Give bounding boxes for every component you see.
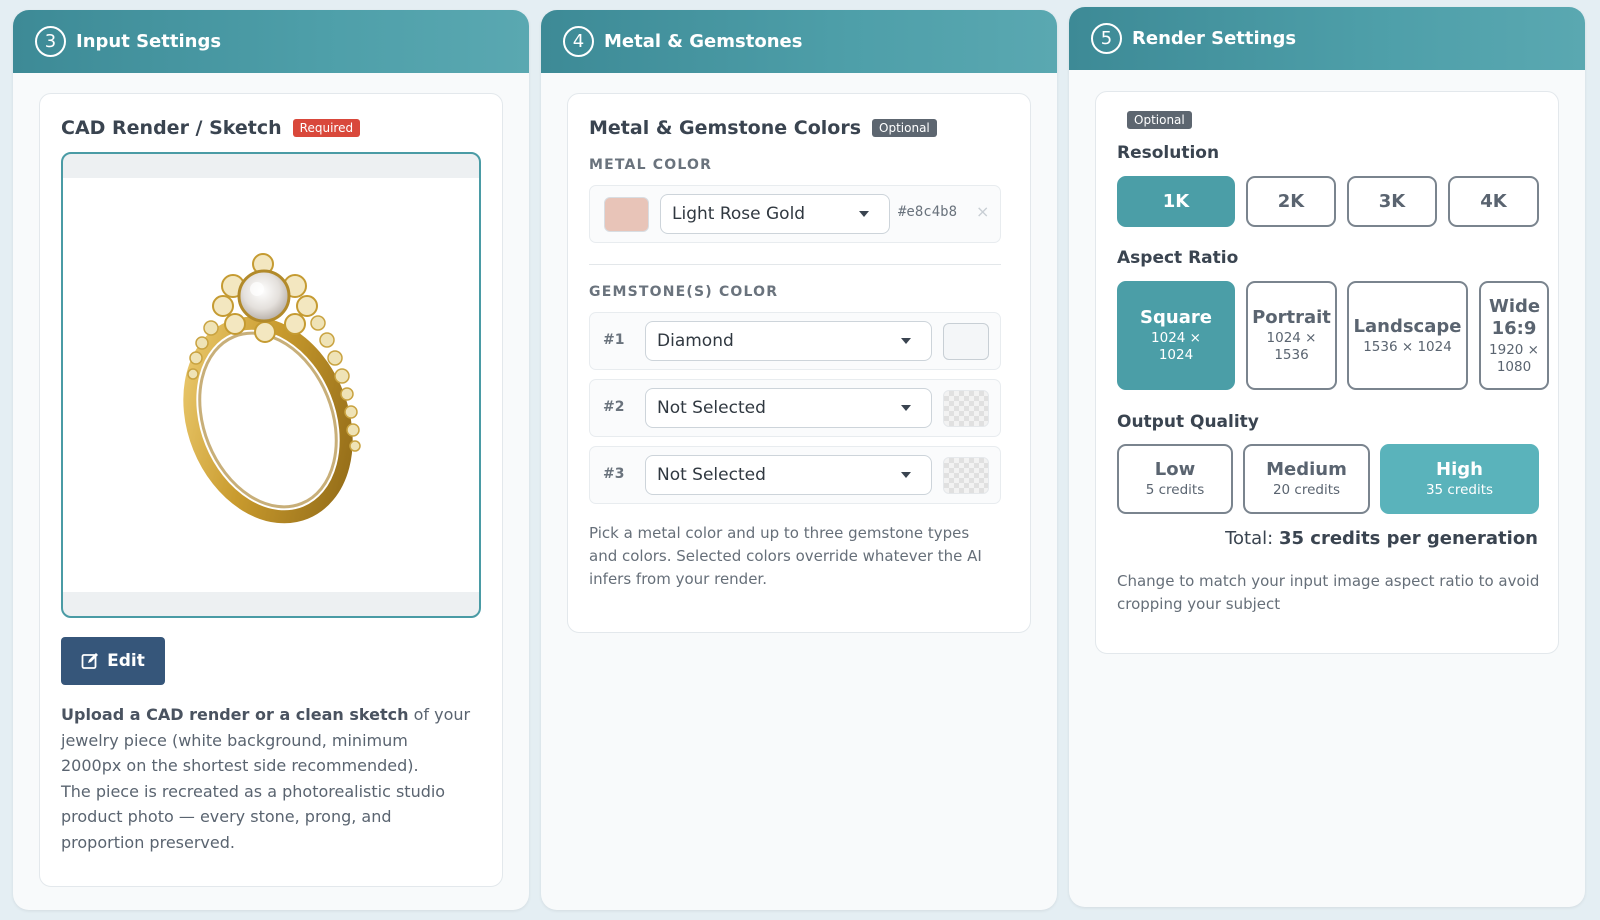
divider (589, 264, 1001, 265)
aspect-ratio-label: Aspect Ratio (1117, 248, 1239, 268)
quality-medium[interactable]: Medium 20 credits (1243, 444, 1370, 514)
aspect-dims: 1024 × 1536 (1266, 330, 1317, 363)
desc-bold: Upload a CAD render or a clean sketch (61, 705, 409, 724)
panel-header: 4 Metal & Gemstones (541, 10, 1057, 73)
resolution-label-text: 1K (1162, 191, 1190, 212)
metal-hex: #e8c4b8 (898, 204, 958, 220)
desc-line2: The piece is recreated as a photorealist… (61, 781, 446, 852)
gem-index: #1 (603, 332, 625, 348)
resolution-3k[interactable]: 3K (1347, 176, 1437, 227)
optional-badge: Optional (1127, 111, 1192, 129)
aspect-dims: 1920 × 1080 (1489, 341, 1539, 375)
resolution-label-text: 2K (1277, 191, 1305, 212)
render-settings-card: Optional Resolution 1K 2K 3K 4K Aspect R… (1095, 91, 1559, 654)
gem-select-value: Diamond (657, 331, 734, 351)
quality-credits: 20 credits (1272, 482, 1341, 498)
gem-select-1[interactable]: Diamond (645, 321, 932, 361)
resolution-2k[interactable]: 2K (1246, 176, 1336, 227)
aspect-wide[interactable]: Wide 16:9 1920 × 1080 (1479, 281, 1549, 390)
cad-render-card: CAD Render / Sketch Required Edit Upload… (39, 93, 503, 887)
quality-credits: 5 credits (1145, 482, 1205, 498)
metal-gemstone-card: Metal & Gemstone Colors Optional METAL C… (567, 93, 1031, 633)
aspect-portrait[interactable]: Portrait 1024 × 1536 (1246, 281, 1337, 390)
gem-swatch-2[interactable] (943, 390, 989, 427)
chevron-down-icon (901, 472, 911, 478)
metal-color-label: METAL COLOR (589, 157, 713, 173)
chevron-down-icon (901, 338, 911, 344)
quality-high[interactable]: High 35 credits (1380, 444, 1539, 514)
gem-index: #3 (603, 466, 625, 482)
render-settings-panel: 5 Render Settings Optional Resolution 1K… (1069, 7, 1585, 907)
aspect-landscape[interactable]: Landscape 1536 × 1024 (1347, 281, 1468, 390)
step-number: 4 (563, 26, 594, 57)
output-quality-label: Output Quality (1117, 412, 1259, 432)
gem-swatch-1[interactable] (943, 323, 989, 360)
ring-image (183, 253, 361, 524)
metal-color-row: Light Rose Gold #e8c4b8 × (589, 185, 1001, 243)
panel-header: 3 Input Settings (13, 10, 529, 73)
input-settings-panel: 3 Input Settings CAD Render / Sketch Req… (13, 10, 529, 910)
required-badge: Required (292, 119, 361, 137)
gem-swatch-3[interactable] (943, 457, 989, 494)
metal-swatch[interactable] (604, 197, 649, 232)
card-title-row: Metal & Gemstone Colors Optional (589, 117, 937, 139)
metal-gemstones-panel: 4 Metal & Gemstones Metal & Gemstone Col… (541, 10, 1057, 910)
edit-label: Edit (107, 651, 145, 671)
aspect-name: Portrait (1252, 307, 1331, 328)
aspect-square[interactable]: Square 1024 × 1024 (1117, 281, 1235, 390)
gem-index: #2 (603, 399, 625, 415)
step-number: 3 (35, 26, 66, 57)
panel-header: 5 Render Settings (1069, 7, 1585, 70)
panel-title: Render Settings (1132, 28, 1297, 49)
total-prefix: Total: (1225, 528, 1274, 549)
gem-select-2[interactable]: Not Selected (645, 388, 932, 428)
chevron-down-icon (901, 405, 911, 411)
total-credits: Total: 35 credits per generation (1225, 528, 1538, 549)
aspect-name: Landscape (1353, 315, 1462, 337)
gemstone-row-1: #1 Diamond (589, 312, 1001, 370)
aspect-name: Wide 16:9 (1489, 295, 1541, 339)
card-title: Metal & Gemstone Colors (589, 117, 862, 139)
gem-select-value: Not Selected (657, 465, 766, 485)
quality-credits: 35 credits (1425, 482, 1494, 498)
render-help-text: Change to match your input image aspect … (1117, 572, 1540, 613)
card-title: CAD Render / Sketch (61, 117, 282, 139)
metal-select[interactable]: Light Rose Gold (660, 194, 890, 234)
resolution-1k[interactable]: 1K (1117, 176, 1235, 227)
aspect-dims: 1536 × 1024 (1363, 338, 1452, 355)
optional-badge: Optional (872, 119, 937, 137)
aspect-name: Square (1140, 307, 1212, 328)
resolution-label-text: 4K (1480, 191, 1507, 212)
aspect-dims: 1024 × 1024 (1151, 330, 1201, 363)
resolution-label-text: 3K (1378, 191, 1406, 212)
quality-name: Low (1154, 459, 1196, 480)
edit-button[interactable]: Edit (61, 637, 165, 685)
card-title-row: CAD Render / Sketch Required (61, 117, 361, 139)
total-value: 35 credits per generation (1278, 528, 1538, 549)
panel-title: Input Settings (76, 31, 222, 52)
image-preview (63, 178, 479, 592)
gemstone-row-3: #3 Not Selected (589, 446, 1001, 504)
upload-description: Upload a CAD render or a clean sketch of… (61, 702, 471, 855)
edit-icon (81, 653, 99, 669)
image-upload-area[interactable] (61, 152, 481, 618)
metal-select-value: Light Rose Gold (672, 204, 806, 224)
chevron-down-icon (859, 211, 869, 217)
panel-title: Metal & Gemstones (604, 31, 803, 52)
metal-help-text: Pick a metal color and up to three gemst… (589, 524, 982, 588)
quality-name: Medium (1266, 459, 1347, 480)
gem-select-value: Not Selected (657, 398, 766, 418)
quality-name: High (1436, 459, 1483, 480)
clear-icon[interactable]: × (976, 202, 989, 221)
gemstone-color-label: GEMSTONE(S) COLOR (589, 284, 779, 300)
gem-select-3[interactable]: Not Selected (645, 455, 932, 495)
resolution-label: Resolution (1117, 143, 1220, 163)
resolution-4k[interactable]: 4K (1448, 176, 1539, 227)
quality-low[interactable]: Low 5 credits (1117, 444, 1233, 514)
gemstone-row-2: #2 Not Selected (589, 379, 1001, 437)
step-number: 5 (1091, 23, 1122, 54)
